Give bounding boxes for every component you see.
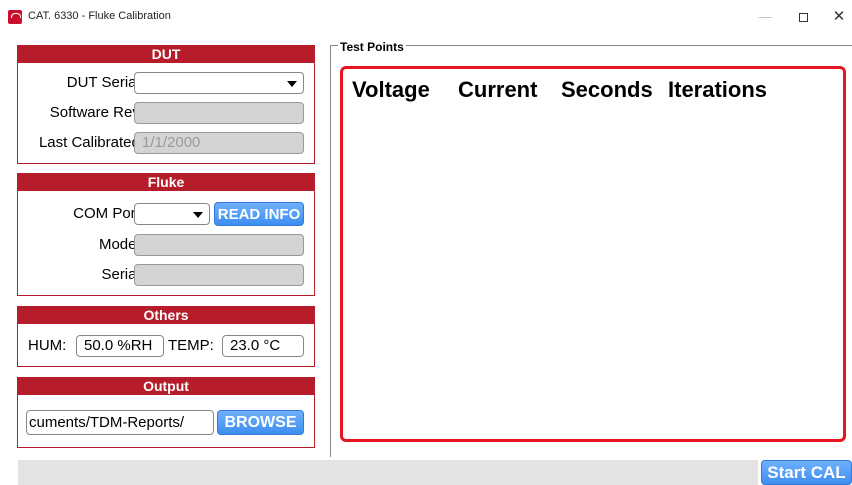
column-header-iterations[interactable]: Iterations xyxy=(668,77,767,103)
maximize-icon xyxy=(798,13,808,23)
window-title: CAT. 6330 - Fluke Calibration xyxy=(28,10,171,22)
read-info-button[interactable]: READ INFO xyxy=(214,202,304,226)
fluke-serial-row: Serial: xyxy=(18,264,314,286)
software-rev-field xyxy=(134,102,304,124)
hum-label: HUM: xyxy=(28,337,67,354)
start-cal-button[interactable]: Start CAL xyxy=(761,460,852,485)
others-panel-header: Others xyxy=(18,307,314,324)
fluke-serial-field xyxy=(134,264,304,286)
last-calibrated-label: Last Calibrated: xyxy=(38,134,144,151)
dut-panel: DUT DUT Serial: Software Rev: Last Calib… xyxy=(17,45,315,164)
dut-serial-select[interactable] xyxy=(134,72,304,94)
com-port-select[interactable] xyxy=(134,203,210,225)
com-port-row: COM Port: READ INFO xyxy=(18,202,314,226)
dut-serial-label: DUT Serial: xyxy=(66,74,144,91)
software-rev-label: Software Rev: xyxy=(49,104,144,121)
dut-panel-header: DUT xyxy=(18,46,314,63)
others-panel: Others HUM: 50.0 %RH TEMP: 23.0 °C xyxy=(17,306,315,367)
column-header-seconds[interactable]: Seconds xyxy=(561,77,653,103)
output-panel: Output cuments/TDM-Reports/ BROWSE xyxy=(17,377,315,448)
model-row: Model: xyxy=(18,234,314,256)
fluke-panel: Fluke COM Port: READ INFO Model: Serial: xyxy=(17,173,315,296)
status-bar xyxy=(18,460,758,485)
fluke-panel-header: Fluke xyxy=(18,174,314,191)
last-calibrated-field: 1/1/2000 xyxy=(134,132,304,154)
temp-label: TEMP: xyxy=(168,337,214,354)
app-logo-icon xyxy=(8,10,22,24)
last-calibrated-row: Last Calibrated: 1/1/2000 xyxy=(18,132,314,154)
title-bar: CAT. 6330 - Fluke Calibration — ✕ xyxy=(0,0,852,34)
output-panel-header: Output xyxy=(18,378,314,395)
test-points-legend: Test Points xyxy=(338,40,406,54)
column-header-voltage[interactable]: Voltage xyxy=(352,77,430,103)
browse-button[interactable]: BROWSE xyxy=(217,410,304,435)
output-path-input[interactable]: cuments/TDM-Reports/ xyxy=(26,410,214,435)
temperature-input[interactable]: 23.0 °C xyxy=(222,335,304,357)
maximize-button[interactable] xyxy=(790,6,816,28)
model-field xyxy=(134,234,304,256)
dut-serial-row: DUT Serial: xyxy=(18,72,314,94)
minimize-button[interactable]: — xyxy=(752,6,778,28)
humidity-input[interactable]: 50.0 %RH xyxy=(76,335,164,357)
column-header-current[interactable]: Current xyxy=(458,77,537,103)
software-rev-row: Software Rev: xyxy=(18,102,314,124)
close-button[interactable]: ✕ xyxy=(826,6,852,28)
test-points-table[interactable]: Voltage Current Seconds Iterations xyxy=(340,66,846,442)
